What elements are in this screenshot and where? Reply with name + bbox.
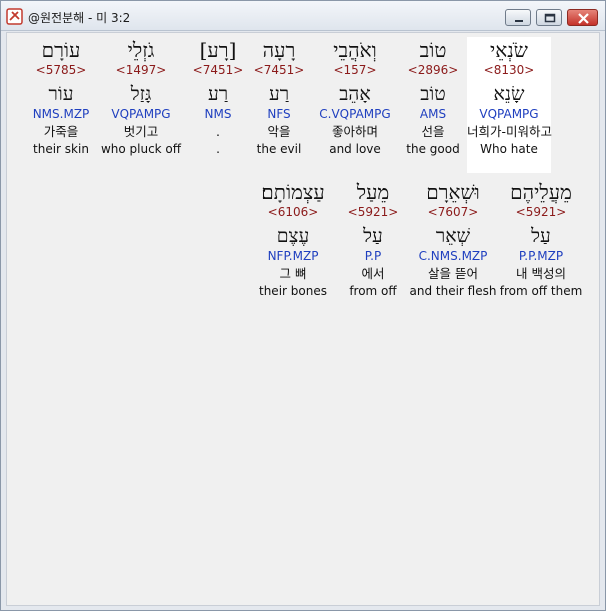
morphology: NMS.MZP [32,107,90,121]
korean-gloss: 선을 [421,124,445,139]
english-gloss: . [216,142,220,156]
maximize-icon [544,13,556,23]
lemma: עַל [531,225,551,247]
hebrew-word: עַצְמוֹתָם׃ [261,180,325,204]
lemma: שָׂנֵא [493,83,525,105]
lemma: גָּזַל [130,83,152,105]
lemma: עוֹר [48,83,74,105]
morphology: P.P.MZP [518,249,564,263]
english-gloss: from off [349,284,397,298]
morphology: AMS [419,107,447,121]
word-block[interactable]: [רָע] <7451> רַע NMS . . [176,37,260,157]
interlinear-panel: שֹׂנְאֵי <8130> שָׂנֵא VQPAMPG 너희가-미워하고 … [6,32,600,606]
app-window: @원전분해 - 미 3:2 שֹׂנְאֵי <8130> שָׂנֵא VQP… [0,0,606,611]
app-logo-icon [6,8,23,25]
strongs-number[interactable]: <5785> [19,63,103,78]
english-gloss: Who hate [480,142,538,156]
korean-gloss: 좋아하며 [331,124,378,139]
window-title: @원전분해 - 미 3:2 [28,11,131,25]
korean-gloss: 벗기고 [123,124,159,139]
morphology: C.NMS.MZP [418,249,488,263]
word-block[interactable]: עוֹרָם <5785> עוֹר NMS.MZP 가죽을 their ski… [19,37,103,157]
english-gloss: and their flesh [409,284,497,298]
morphology: VQPAMPG [111,107,171,121]
word-block[interactable]: גֹזְלֵי <1497> גָּזַל VQPAMPG 벗기고 who pl… [99,37,183,157]
maximize-button[interactable] [536,9,562,26]
lemma: טוֹב [420,83,446,105]
hebrew-word: וְאֹהֲבֵי [333,38,377,62]
strongs-number[interactable]: <5921> [331,205,415,220]
morphology: C.VQPAMPG [319,107,391,121]
hebrew-word: מֵעַל [356,180,390,204]
korean-gloss: 에서 [361,266,385,281]
word-block[interactable]: וְאֹהֲבֵי <157> אָהֵב C.VQPAMPG 좋아하며 and… [313,37,397,157]
lemma: אָהֵב [339,83,371,105]
word-block[interactable]: מֵעַל <5921> עַל P.P 에서 from off [331,179,415,299]
morphology: NMS [204,107,232,121]
korean-gloss: 가죽을 [43,124,79,139]
strongs-number[interactable]: <2896> [391,63,475,78]
minimize-button[interactable] [505,9,531,26]
korean-gloss: 그 뼈 [279,266,307,281]
hebrew-word: [רָע] [199,38,237,62]
strongs-number[interactable]: <6106> [251,205,335,220]
strongs-number[interactable]: <8130> [467,63,551,78]
english-gloss: from off them [499,284,583,298]
hebrew-word: וּשְׁאֵרָם [426,180,480,204]
hebrew-word: טוֹב [419,38,447,62]
morphology: VQPAMPG [479,107,539,121]
word-block[interactable]: מֵעֲלֵיהֶם <5921> עַל P.P.MZP 내 백성의 from… [499,179,583,299]
english-gloss: the good [406,142,460,156]
hebrew-word: מֵעֲלֵיהֶם [510,180,572,204]
strongs-number[interactable]: <5921> [499,205,583,220]
lemma: עֶצֶם [276,225,310,247]
strongs-number[interactable]: <1497> [99,63,183,78]
english-gloss: and love [329,142,381,156]
lemma: רַע [207,83,229,105]
korean-gloss: 내 백성의 [516,266,566,281]
word-block[interactable]: טוֹב <2896> טוֹב AMS 선을 the good [391,37,475,157]
english-gloss: their skin [33,142,89,156]
english-gloss: their bones [259,284,327,298]
word-block[interactable]: עַצְמוֹתָם׃ <6106> עֶצֶם NFP.MZP 그 뼈 the… [251,179,335,299]
close-icon [578,13,589,24]
korean-gloss: 너희가-미워하고 [467,124,553,139]
english-gloss: who pluck off [100,142,182,156]
korean-gloss: 살을 뜯어 [428,266,478,281]
title-bar[interactable]: @원전분해 - 미 3:2 [1,1,605,31]
hebrew-word: עוֹרָם [41,38,81,62]
strongs-number[interactable]: <7451> [176,63,260,78]
hebrew-word: שֹׂנְאֵי [490,38,528,62]
lemma: שְׁאֵר [435,225,471,247]
strongs-number[interactable]: <157> [313,63,397,78]
lemma: עַל [363,225,383,247]
word-block[interactable]: שֹׂנְאֵי <8130> שָׂנֵא VQPAMPG 너희가-미워하고 … [467,37,553,173]
word-block[interactable]: וּשְׁאֵרָם <7607> שְׁאֵר C.NMS.MZP 살을 뜯어… [408,179,498,299]
close-button[interactable] [567,9,598,26]
hebrew-word: גֹזְלֵי [127,38,155,62]
morphology: NFP.MZP [267,249,319,263]
morphology: P.P [364,249,382,263]
minimize-icon [515,20,523,22]
korean-gloss: . [216,124,220,139]
strongs-number[interactable]: <7607> [408,205,498,220]
